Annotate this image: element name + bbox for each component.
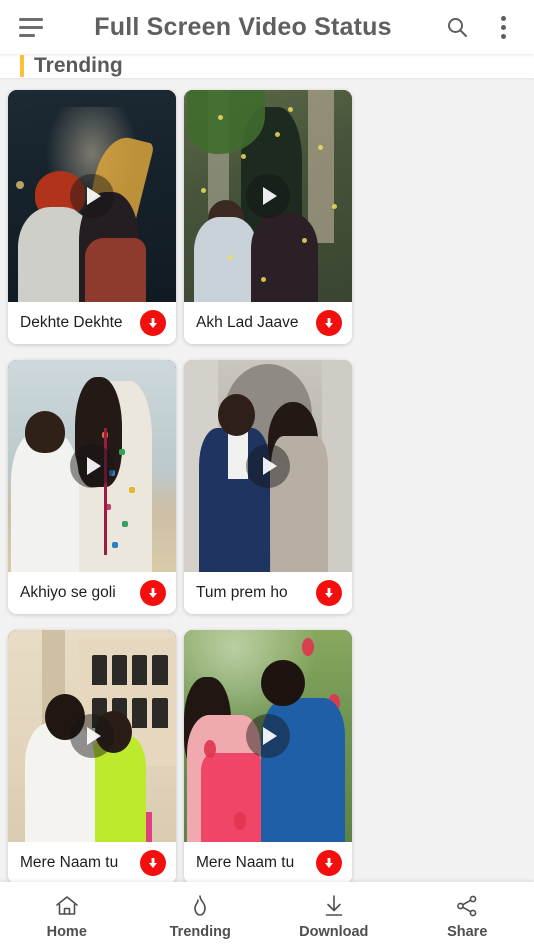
app-root: Full Screen Video Status Trending Dekhte… <box>0 0 534 950</box>
video-title: Mere Naam tu <box>20 854 119 871</box>
video-thumbnail[interactable] <box>8 360 176 572</box>
video-thumbnail[interactable] <box>184 360 352 572</box>
video-card-footer: Mere Naam tu <box>8 842 176 882</box>
nav-label-share: Share <box>447 923 488 940</box>
video-title: Mere Naam tu <box>196 854 295 871</box>
video-card-footer: Dekhte Dekhte <box>8 302 176 344</box>
nav-item-share[interactable]: Share <box>401 893 534 940</box>
page-title: Full Screen Video Status <box>94 12 392 41</box>
download-icon[interactable] <box>316 850 342 876</box>
download-icon[interactable] <box>316 580 342 606</box>
nav-label-home: Home <box>46 923 87 940</box>
flame-icon <box>189 893 211 919</box>
home-icon <box>54 893 80 919</box>
nav-item-trending[interactable]: Trending <box>134 893 268 940</box>
section-title-trending: Trending <box>34 54 123 77</box>
play-icon[interactable] <box>246 444 290 488</box>
video-card-footer: Mere Naam tu <box>184 842 352 882</box>
video-card[interactable]: Tum prem ho <box>184 360 352 614</box>
download-arrow-icon <box>322 893 346 919</box>
video-card[interactable]: Mere Naam tu <box>184 630 352 882</box>
nav-item-download[interactable]: Download <box>267 893 401 940</box>
video-thumbnail[interactable] <box>8 90 176 302</box>
download-icon[interactable] <box>316 310 342 336</box>
video-thumbnail[interactable] <box>184 630 352 842</box>
video-grid: Dekhte Dekhte Akh Lad Jaave Akhiyo se go… <box>0 78 534 882</box>
play-icon[interactable] <box>246 714 290 758</box>
video-card[interactable]: Mere Naam tu <box>8 630 176 882</box>
search-icon[interactable] <box>442 12 472 42</box>
section-accent-bar <box>20 55 24 77</box>
bottom-navigation: Home Trending Download Share <box>0 882 534 950</box>
app-bar-actions <box>442 12 518 42</box>
nav-label-trending: Trending <box>169 923 231 940</box>
video-title: Tum prem ho <box>196 584 288 601</box>
download-icon[interactable] <box>140 580 166 606</box>
section-header-trending: Trending <box>0 54 534 78</box>
play-icon[interactable] <box>70 444 114 488</box>
video-card-footer: Akh Lad Jaave <box>184 302 352 344</box>
download-icon[interactable] <box>140 850 166 876</box>
video-card-footer: Tum prem ho <box>184 572 352 614</box>
nav-item-home[interactable]: Home <box>0 893 134 940</box>
video-thumbnail[interactable] <box>184 90 352 302</box>
nav-label-download: Download <box>299 923 369 940</box>
app-bar: Full Screen Video Status <box>0 0 534 54</box>
play-icon[interactable] <box>70 714 114 758</box>
video-card-footer: Akhiyo se goli <box>8 572 176 614</box>
video-card[interactable]: Dekhte Dekhte <box>8 90 176 344</box>
video-thumbnail[interactable] <box>8 630 176 842</box>
content-scroll-area[interactable]: Trending Dekhte Dekhte Akh Lad Jaave Akh… <box>0 54 534 882</box>
more-vertical-icon[interactable] <box>488 12 518 42</box>
play-icon[interactable] <box>70 174 114 218</box>
video-card[interactable]: Akhiyo se goli <box>8 360 176 614</box>
share-nodes-icon <box>455 893 479 919</box>
video-title: Dekhte Dekhte <box>20 314 123 331</box>
video-card[interactable]: Akh Lad Jaave <box>184 90 352 344</box>
video-title: Akhiyo se goli <box>20 584 116 601</box>
play-icon[interactable] <box>246 174 290 218</box>
download-icon[interactable] <box>140 310 166 336</box>
video-title: Akh Lad Jaave <box>196 314 299 331</box>
